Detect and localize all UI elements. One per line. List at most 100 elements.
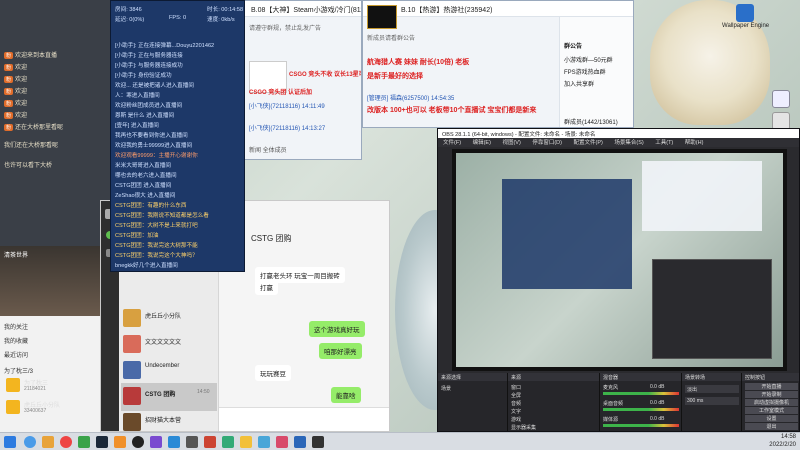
qq-window-title: B.08【大神】Steam小游戏/冷门(811): [245, 1, 361, 17]
wallpaper-engine-icon[interactable]: [736, 4, 754, 22]
notes-icon[interactable]: [240, 436, 252, 448]
chat-line: [小助手]: 正在与服务器连接: [115, 53, 183, 59]
music-icon[interactable]: [150, 436, 162, 448]
chat-list-item-active[interactable]: CSTG 团购 14:50: [121, 383, 217, 411]
qq-footer: 新闻 全体成员: [249, 148, 287, 154]
recycle-bin-icon[interactable]: [772, 90, 790, 108]
studio-mode-button[interactable]: 工作室模式: [745, 407, 798, 414]
menu-tools[interactable]: 工具(T): [655, 140, 673, 146]
chat-line: CSTG团团：大树不是上来就打吧: [115, 223, 198, 229]
chat-area: 粉欢迎来到本直播 粉欢迎 粉欢迎 粉欢迎 粉欢迎 粉欢迎 粉还在大桥那里看呢 我…: [0, 0, 110, 246]
chat-list-item[interactable]: Undecember: [121, 357, 217, 385]
fan-badge: 粉: [4, 52, 14, 59]
douyu-icon[interactable]: [114, 436, 126, 448]
video-caption: 清茶世界: [4, 253, 29, 259]
transition-duration[interactable]: 300 ms: [685, 397, 739, 405]
menu-scene-collection[interactable]: 场景集合(S): [614, 140, 643, 146]
mail-icon[interactable]: [222, 436, 234, 448]
clock-date[interactable]: 2022/2/20: [752, 442, 796, 448]
store-icon[interactable]: [294, 436, 306, 448]
qq-notice: 新成员请看群公告: [367, 36, 416, 42]
preview-nested-window: [502, 179, 632, 289]
nav-item-favorites[interactable]: 我的收藏: [4, 336, 74, 348]
audio-mixer-dock: 混音器 麦克风 0.0 dB 桌面音频 0.0 dB 媒体源 0.0 dB: [600, 373, 682, 431]
side-panel-line: 加入共享群: [564, 82, 595, 88]
virtual-camera-button[interactable]: 启动虚拟摄像机: [745, 399, 798, 406]
qq-group-window-2: B.10【热游】热游社(235942) 新成员请看群公告 航海猎人赛 妹妹 耐长…: [362, 0, 634, 128]
volume-meter: [603, 392, 679, 395]
source-item[interactable]: 游戏: [511, 416, 521, 423]
chat-line: bnegkk好几个进入直播间: [115, 263, 178, 269]
terminal-icon[interactable]: [312, 436, 324, 448]
follow-section-title: 为了枕三/3: [4, 369, 34, 375]
settings-icon[interactable]: [186, 436, 198, 448]
highlight-message: 是新手最好的选择: [367, 73, 423, 80]
qq-icon[interactable]: [24, 436, 36, 448]
mixer-track-db: 0.0 dB: [650, 400, 665, 406]
transition-select[interactable]: 淡出: [685, 385, 739, 393]
photo-icon[interactable]: [258, 436, 270, 448]
menu-docks[interactable]: 停靠窗口(D): [532, 140, 562, 146]
chat-line: CSTG团团：加油: [115, 233, 159, 239]
start-recording-button[interactable]: 开始录制: [745, 391, 798, 398]
chat-line: [小助手]: 正在连接弹幕...Douyu2201462: [115, 43, 215, 49]
chat-name: 招财猫大本营: [145, 418, 182, 424]
chat-message: 欢迎: [15, 77, 28, 83]
chat-list-item[interactable]: 文文文文文文: [121, 331, 217, 359]
stream-preview-video[interactable]: 清茶世界: [0, 246, 110, 316]
source-item[interactable]: 音频: [511, 400, 521, 407]
qq-group-window-1: B.08【大神】Steam小游戏/冷门(811) 请遵守群规，禁止乱发广告 CS…: [244, 0, 362, 160]
settings-button[interactable]: 设置: [745, 415, 798, 422]
game-icon[interactable]: [204, 436, 216, 448]
chat-list-item[interactable]: 招财猫大本营: [121, 409, 217, 431]
room-avatar: [6, 400, 20, 414]
chat-line: 欢迎我的勇士99999进入直播间: [115, 143, 193, 149]
nav-item-recent[interactable]: 最近访问: [4, 350, 74, 362]
menu-file[interactable]: 文件(F): [443, 140, 461, 146]
menu-edit[interactable]: 编辑(E): [473, 140, 491, 146]
chat-list-item[interactable]: 虎丘丘小分队: [121, 305, 217, 333]
source-item[interactable]: 全屏: [511, 392, 521, 399]
chrome-icon[interactable]: [60, 436, 72, 448]
message-bubble: 玩玩赛豆: [255, 365, 291, 381]
scene-item[interactable]: 场景: [441, 385, 451, 392]
menu-profile[interactable]: 配置文件(P): [573, 140, 602, 146]
start-icon[interactable]: [4, 436, 16, 448]
source-item[interactable]: 窗口: [511, 384, 521, 391]
danmaku-chat-window: 房间: 3846 时长: 00:14:58 延迟: 0(0%) FPS: 0 速…: [110, 0, 245, 272]
highlight-message: 改版本 100+也可以 老板带10个直播试 宝宝们都是新来: [367, 107, 537, 114]
qq-sender: [小飞侠](72118116) 14:13:27: [249, 126, 326, 132]
fan-badge: 粉: [4, 88, 14, 95]
preview-nested-window: [642, 161, 762, 231]
steam-icon[interactable]: [96, 436, 108, 448]
clock-time[interactable]: 14:58: [752, 434, 796, 440]
start-streaming-button[interactable]: 开始直播: [745, 383, 798, 390]
chat-line: ZeShao很大 进入直播间: [115, 193, 176, 199]
chat-time: 14:50: [197, 389, 210, 395]
menu-help[interactable]: 帮助(H): [685, 140, 704, 146]
message-input[interactable]: [219, 407, 389, 431]
obs-window: OBS 28.1.1 (64-bit, windows) - 配置文件: 未命名…: [437, 128, 800, 432]
explorer-icon[interactable]: [42, 436, 54, 448]
chat-line: 米米大哥哥进入直播间: [115, 163, 171, 169]
menu-view[interactable]: 视图(V): [502, 140, 520, 146]
source-item[interactable]: 文字: [511, 408, 521, 415]
video-icon[interactable]: [276, 436, 288, 448]
source-item[interactable]: 显示器采集: [511, 424, 536, 431]
preview-nested-obs: [652, 259, 772, 359]
chat-message: 欢迎: [15, 101, 28, 107]
nav-item-follow[interactable]: 我的关注: [4, 322, 74, 334]
dock-title: 场景转场: [682, 373, 741, 381]
edge-icon[interactable]: [168, 436, 180, 448]
message-bubble: 咱那好漂亮: [319, 343, 362, 359]
chat-line: CSTG团团 进入直播间: [115, 183, 172, 189]
chat-line: 恩斯 是什么 进入直播间: [115, 113, 175, 119]
wechat-icon[interactable]: [78, 436, 90, 448]
obs-preview-canvas[interactable]: [452, 149, 787, 371]
windows-taskbar: 14:58 2022/2/20: [0, 432, 800, 450]
exit-button[interactable]: 退出: [745, 423, 798, 430]
dock-title: 控制按钮: [742, 373, 799, 381]
dock-title: 混音器: [600, 373, 681, 381]
obs-icon[interactable]: [132, 436, 144, 448]
mixer-track-name: 媒体源: [603, 417, 619, 423]
